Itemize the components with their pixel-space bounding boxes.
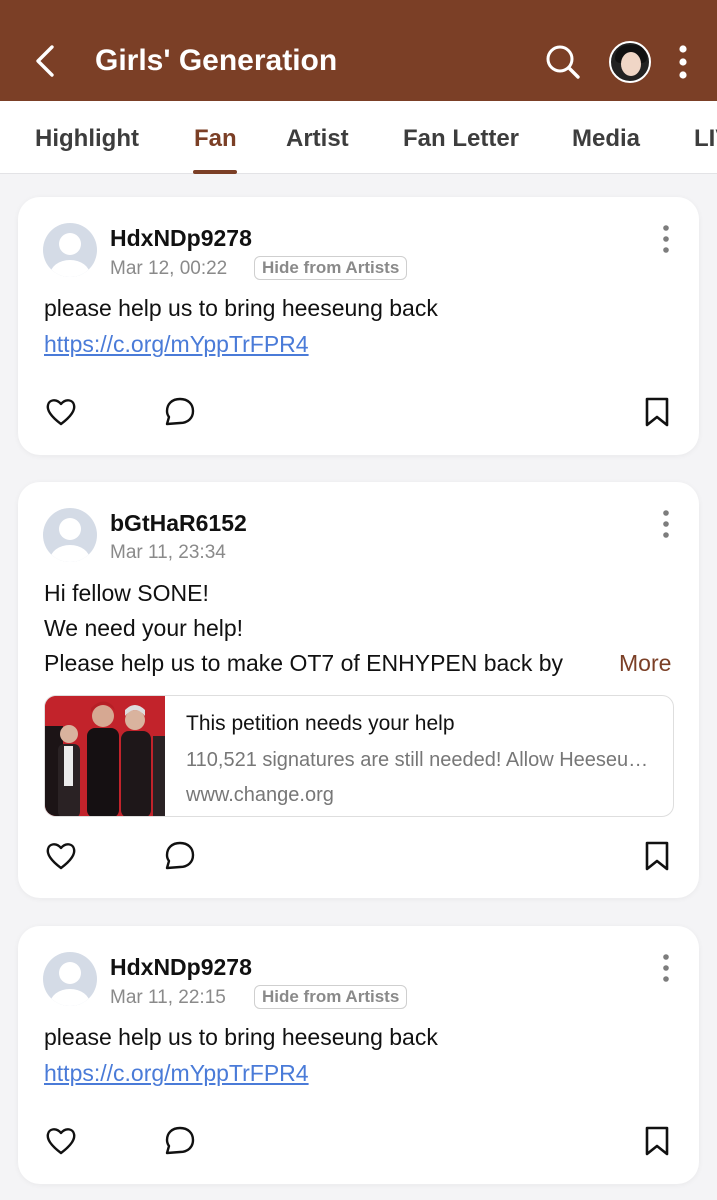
heart-icon: [46, 399, 76, 426]
preview-description: 110,521 signatures are still needed! All…: [186, 749, 656, 771]
heart-icon: [46, 843, 76, 870]
tab-artist[interactable]: Artist: [286, 125, 349, 153]
post-time: Mar 12, 00:22: [110, 258, 228, 279]
tab-live[interactable]: LIVE: [694, 125, 717, 153]
like-button[interactable]: [44, 1124, 78, 1158]
post-username[interactable]: bGtHaR6152: [110, 510, 247, 537]
chevron-left-icon: [36, 45, 54, 77]
post-text-line: Hi fellow SONE!: [44, 580, 209, 606]
tab-fan-letter[interactable]: Fan Letter: [403, 125, 519, 153]
preview-domain: www.change.org: [186, 784, 334, 806]
profile-avatar[interactable]: [609, 41, 651, 83]
post-more-button[interactable]: [658, 953, 674, 983]
post-link[interactable]: https://c.org/mYppTrFPR4: [44, 1060, 309, 1087]
post-card: HdxNDp9278 Mar 12, 00:22 Hide from Artis…: [18, 197, 699, 455]
comment-button[interactable]: [163, 1124, 197, 1158]
page-title: Girls' Generation: [95, 44, 338, 77]
preview-image: [45, 696, 165, 816]
bookmark-button[interactable]: [640, 395, 674, 429]
user-avatar[interactable]: [43, 952, 97, 1006]
bookmark-button[interactable]: [640, 839, 674, 873]
comment-bubble-icon: [165, 841, 195, 870]
kebab-vertical-icon: [663, 510, 669, 538]
tab-highlight[interactable]: Highlight: [35, 125, 139, 153]
user-avatar[interactable]: [43, 223, 97, 277]
post-link[interactable]: https://c.org/mYppTrFPR4: [44, 331, 309, 358]
app-header: Girls' Generation: [0, 0, 717, 101]
post-more-button[interactable]: [658, 509, 674, 539]
post-card: bGtHaR6152 Mar 11, 23:34 Hi fellow SONE!…: [18, 482, 699, 898]
comment-bubble-icon: [165, 1126, 195, 1155]
kebab-vertical-icon: [679, 45, 687, 79]
tab-media[interactable]: Media: [572, 125, 640, 153]
active-tab-indicator: [193, 170, 237, 174]
user-avatar[interactable]: [43, 508, 97, 562]
post-more-button[interactable]: [658, 224, 674, 254]
bookmark-button[interactable]: [640, 1124, 674, 1158]
post-text: please help us to bring heeseung back: [44, 295, 438, 321]
hide-from-artists-badge: Hide from Artists: [254, 985, 408, 1009]
comment-button[interactable]: [163, 395, 197, 429]
like-button[interactable]: [44, 395, 78, 429]
preview-title: This petition needs your help: [186, 712, 455, 735]
kebab-vertical-icon: [663, 225, 669, 253]
bookmark-icon: [645, 397, 669, 427]
comment-button[interactable]: [163, 839, 197, 873]
avatar-face: [621, 52, 641, 76]
kebab-vertical-icon: [663, 954, 669, 982]
post-card: HdxNDp9278 Mar 11, 22:15 Hide from Artis…: [18, 926, 699, 1184]
search-button[interactable]: [544, 43, 582, 81]
heart-icon: [46, 1128, 76, 1155]
more-button[interactable]: More: [615, 650, 672, 677]
bookmark-icon: [645, 1126, 669, 1156]
back-button[interactable]: [30, 40, 62, 82]
tab-bar: Highlight Fan Artist Fan Letter Media LI…: [0, 101, 717, 174]
bookmark-icon: [645, 841, 669, 871]
comment-bubble-icon: [165, 397, 195, 426]
post-username[interactable]: HdxNDp9278: [110, 954, 252, 981]
post-time: Mar 11, 23:34: [110, 542, 226, 563]
post-time: Mar 11, 22:15: [110, 987, 226, 1008]
post-username[interactable]: HdxNDp9278: [110, 225, 252, 252]
search-icon: [546, 45, 580, 79]
tab-fan[interactable]: Fan: [194, 125, 237, 153]
hide-from-artists-badge: Hide from Artists: [254, 256, 408, 280]
header-more-button[interactable]: [668, 44, 698, 80]
post-text: please help us to bring heeseung back: [44, 1024, 438, 1050]
like-button[interactable]: [44, 839, 78, 873]
post-text-line: We need your help!: [44, 615, 244, 641]
link-preview-card[interactable]: This petition needs your help 110,521 si…: [44, 695, 674, 817]
text-fade: [580, 650, 620, 680]
